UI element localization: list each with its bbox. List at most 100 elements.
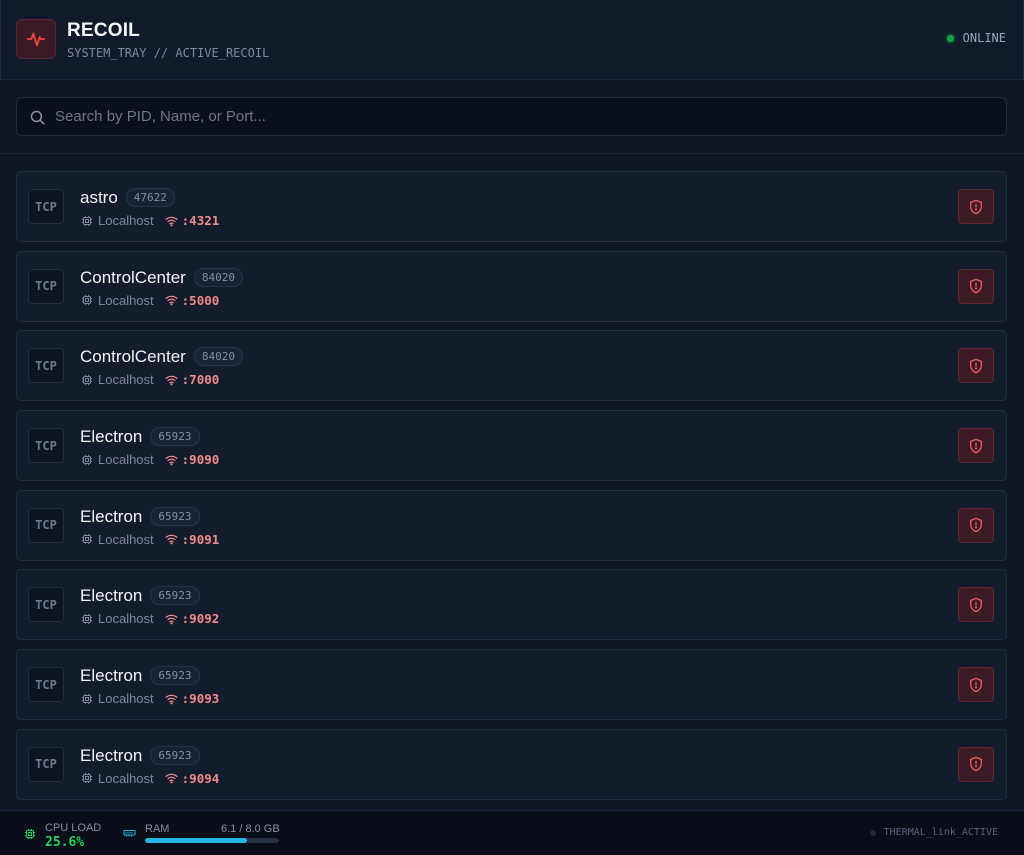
- thermal-dot-icon: [869, 829, 876, 836]
- process-row: TCP Electron 65923 Localhost :9093: [16, 649, 1007, 721]
- status-text: ONLINE: [962, 31, 1006, 45]
- app-title: RECOIL: [67, 20, 140, 41]
- host-label: Localhost: [98, 292, 154, 308]
- process-meta: Localhost :7000: [81, 372, 219, 387]
- chip-icon: [82, 773, 92, 784]
- process-name-text: astro: [80, 188, 118, 207]
- process-name-text: ControlCenter: [80, 347, 186, 367]
- process-name: ControlCenter 84020: [80, 267, 243, 288]
- protocol-badge: TCP: [28, 268, 64, 304]
- process-meta: Localhost :9093: [81, 691, 219, 706]
- process-row: TCP Electron 65923 Localhost :9090: [16, 410, 1007, 482]
- chip-icon: [82, 534, 92, 545]
- cpu-load-value: 25.6%: [45, 835, 85, 850]
- process-meta: Localhost :9090: [81, 452, 219, 467]
- ram-usage-fill: [145, 838, 248, 843]
- process-row: TCP Electron 65923 Localhost :9091: [16, 489, 1007, 561]
- app-header: RECOIL SYSTEM_TRAY // ACTIVE_RECOIL ONLI…: [0, 0, 1024, 80]
- search-input[interactable]: [55, 98, 995, 135]
- thermal-status: THERMAL_link_ACTIVE: [869, 827, 998, 838]
- host-label: Localhost: [98, 691, 154, 707]
- process-row: TCP ControlCenter 84020 Localhost :5000: [16, 250, 1007, 322]
- kill-process-button[interactable]: [958, 428, 994, 464]
- port-label: :9092: [181, 611, 220, 627]
- ram-value: 6.1 / 8.0 GB: [221, 823, 280, 835]
- pid-badge: 65923: [150, 666, 200, 686]
- status-indicator: ONLINE: [946, 31, 1006, 45]
- shield-alert-icon: [970, 756, 982, 772]
- chip-icon: [82, 374, 92, 385]
- protocol-badge: TCP: [28, 507, 64, 543]
- port-label: :7000: [181, 372, 220, 388]
- shield-alert-icon: [970, 517, 982, 533]
- process-name: Electron 65923: [80, 666, 200, 686]
- host-label: Localhost: [98, 213, 154, 228]
- search-box[interactable]: [16, 97, 1007, 136]
- pid-badge: 47622: [125, 188, 175, 207]
- pid-badge: 84020: [193, 347, 243, 367]
- host-label: Localhost: [98, 372, 154, 388]
- kill-process-button[interactable]: [958, 268, 994, 304]
- kill-process-button[interactable]: [958, 587, 994, 623]
- status-footer: CPU LOAD 25.6% RAM 6.1 / 8.0 GB THERMAL_…: [0, 810, 1024, 855]
- shield-alert-icon: [970, 358, 982, 374]
- process-name: Electron 65923: [80, 745, 200, 766]
- shield-alert-icon: [970, 597, 982, 613]
- wifi-icon: [165, 295, 178, 306]
- kill-process-button[interactable]: [958, 507, 994, 543]
- memory-icon: [123, 830, 136, 837]
- kill-process-button[interactable]: [958, 746, 994, 782]
- process-meta: Localhost :9091: [81, 532, 219, 547]
- status-dot-icon: [946, 34, 954, 42]
- wifi-icon: [165, 614, 178, 625]
- ram-usage-bar: [145, 838, 279, 843]
- protocol-badge: TCP: [28, 348, 64, 384]
- thermal-status-text: THERMAL_link_ACTIVE: [883, 827, 998, 838]
- process-name-text: Electron: [80, 427, 143, 447]
- process-meta: Localhost :9092: [81, 611, 219, 626]
- process-name-text: Electron: [80, 745, 143, 765]
- process-name: astro 47622: [80, 188, 175, 208]
- host-label: Localhost: [98, 531, 154, 547]
- wifi-icon: [165, 774, 178, 784]
- kill-process-button[interactable]: [958, 189, 994, 224]
- protocol-badge: TCP: [28, 667, 64, 703]
- kill-process-button[interactable]: [958, 348, 994, 384]
- process-row: TCP Electron 65923 Localhost :9092: [16, 569, 1007, 641]
- chip-icon: [82, 454, 92, 465]
- chip-icon: [82, 295, 92, 306]
- wifi-icon: [165, 694, 178, 704]
- process-name-text: Electron: [80, 666, 143, 686]
- pid-badge: 65923: [150, 506, 200, 526]
- process-list: TCP astro 47622 Localhost :4321 TCP Contr…: [16, 171, 1007, 809]
- kill-process-button[interactable]: [958, 667, 994, 703]
- wifi-icon: [165, 455, 178, 465]
- protocol-badge: TCP: [28, 428, 64, 464]
- process-meta: Localhost :9094: [81, 771, 219, 786]
- search-section: [0, 80, 1024, 154]
- process-row: TCP Electron 65923 Localhost :9094: [16, 728, 1007, 800]
- process-row: TCP ControlCenter 84020 Localhost :7000: [16, 330, 1007, 402]
- pid-badge: 65923: [150, 745, 200, 765]
- shield-alert-icon: [970, 438, 982, 453]
- ram-label: RAM: [145, 823, 170, 835]
- protocol-badge: TCP: [28, 189, 64, 224]
- process-meta: Localhost :5000: [81, 293, 219, 308]
- protocol-badge: TCP: [28, 587, 64, 623]
- wifi-icon: [165, 535, 178, 545]
- process-name: Electron 65923: [80, 427, 200, 447]
- port-label: :9091: [181, 531, 220, 547]
- search-icon: [30, 110, 45, 125]
- process-name: ControlCenter 84020: [80, 347, 243, 367]
- wifi-icon: [165, 375, 178, 386]
- shield-alert-icon: [970, 199, 982, 214]
- chip-icon: [82, 693, 92, 704]
- process-name: Electron 65923: [80, 586, 200, 606]
- activity-pulse-icon: [16, 19, 56, 59]
- host-label: Localhost: [98, 770, 154, 786]
- port-label: :9094: [181, 770, 220, 786]
- host-label: Localhost: [98, 611, 154, 627]
- pid-badge: 65923: [150, 427, 200, 447]
- shield-alert-icon: [970, 677, 982, 692]
- process-name: Electron 65923: [80, 506, 200, 527]
